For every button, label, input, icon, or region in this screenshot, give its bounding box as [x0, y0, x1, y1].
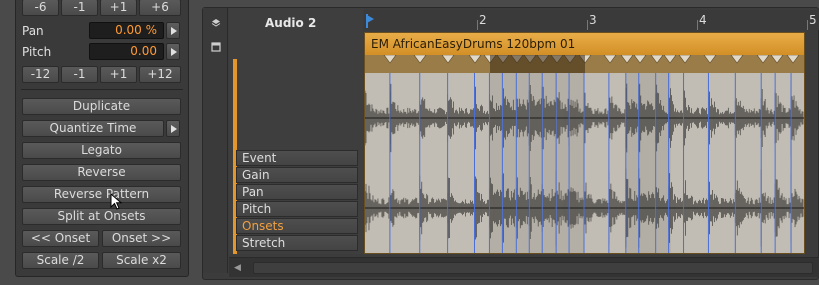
split-at-onsets-button[interactable]: Split at Onsets: [22, 208, 181, 225]
app-window: -6 -1 +1 +6 Pan 0.00 % Pitch 0.00 -12 -1…: [0, 0, 819, 285]
reverse-button[interactable]: Reverse: [22, 164, 181, 181]
track-name: Audio 2: [265, 16, 317, 30]
pitch-arrow-icon[interactable]: [166, 43, 180, 60]
track-icon-column: [203, 8, 228, 273]
onset-handle-icon[interactable]: [468, 54, 482, 64]
reverse-pattern-button[interactable]: Reverse Pattern: [22, 186, 181, 203]
scale-half-button[interactable]: Scale /2: [22, 252, 99, 269]
nudge-plus-6-button[interactable]: +6: [139, 0, 181, 16]
pitch-minus-1-button[interactable]: -1: [61, 66, 98, 83]
lane-onsets[interactable]: Onsets: [236, 218, 358, 234]
pan-arrow-icon[interactable]: [166, 22, 180, 39]
lane-pitch[interactable]: Pitch: [236, 201, 358, 217]
clip-title[interactable]: EM AfricanEasyDrums 120bpm 01: [365, 33, 804, 55]
next-onset-button[interactable]: Onset >>: [102, 230, 181, 247]
onset-handle-icon[interactable]: [633, 54, 647, 64]
ruler-bar-3: 3: [589, 13, 597, 27]
scroll-left-icon[interactable]: ◀: [234, 262, 248, 274]
inspector-panel: -6 -1 +1 +6 Pan 0.00 % Pitch 0.00 -12 -1…: [15, 0, 189, 277]
onset-handle-icon[interactable]: [730, 54, 744, 64]
ruler-tick: [477, 20, 478, 30]
playhead-flag-icon[interactable]: [366, 14, 376, 28]
scrollbar-thumb[interactable]: [253, 262, 813, 274]
onset-handle-icon[interactable]: [663, 54, 677, 64]
previous-onset-button[interactable]: << Onset: [22, 230, 99, 247]
onset-handles[interactable]: [365, 54, 806, 73]
audio-clip[interactable]: EM AfricanEasyDrums 120bpm 01: [364, 32, 805, 254]
horizontal-scrollbar[interactable]: ◀: [229, 257, 819, 277]
quantize-time-button[interactable]: Quantize Time: [22, 120, 164, 137]
onset-handle-icon[interactable]: [383, 54, 397, 64]
nudge-minus-1-button[interactable]: -1: [61, 0, 98, 16]
onset-handle-icon[interactable]: [620, 54, 634, 64]
mouse-cursor-icon: [110, 193, 123, 210]
timeline-ruler[interactable]: 2 3 4 5: [364, 10, 819, 30]
layers-icon[interactable]: [211, 18, 221, 28]
pan-label: Pan: [22, 24, 44, 38]
onset-handle-icon[interactable]: [603, 54, 617, 64]
waveform-display[interactable]: [365, 73, 804, 253]
onset-handle-icon[interactable]: [413, 54, 427, 64]
onset-handle-icon[interactable]: [786, 54, 800, 64]
ruler-bar-2: 2: [479, 13, 487, 27]
pitch-plus-1-button[interactable]: +1: [100, 66, 137, 83]
nudge-minus-6-button[interactable]: -6: [22, 0, 59, 16]
arranger-panel: Audio 2 Event Gain Pan Pitch Onsets Stre…: [202, 7, 819, 280]
onset-handle-icon[interactable]: [441, 54, 455, 64]
nudge-plus-1-button[interactable]: +1: [100, 0, 137, 16]
pitch-plus-12-button[interactable]: +12: [139, 66, 181, 83]
pitch-value-field[interactable]: 0.00: [89, 43, 164, 60]
onset-handle-icon[interactable]: [703, 54, 717, 64]
ruler-bar-4: 4: [699, 13, 707, 27]
lane-stretch[interactable]: Stretch: [236, 235, 358, 251]
lane-gain[interactable]: Gain: [236, 167, 358, 183]
onset-handle-icon[interactable]: [678, 54, 692, 64]
lane-pan[interactable]: Pan: [236, 184, 358, 200]
ruler-tick: [807, 20, 808, 30]
divider: [21, 89, 183, 90]
window-icon[interactable]: [211, 42, 221, 52]
onset-handle-icon[interactable]: [756, 54, 770, 64]
onset-handle-icon[interactable]: [650, 54, 664, 64]
onset-handle-icon[interactable]: [770, 54, 784, 64]
lane-event[interactable]: Event: [236, 150, 358, 166]
ruler-bar-5: 5: [809, 13, 817, 27]
ruler-tick: [697, 20, 698, 30]
quantize-arrow-icon[interactable]: [166, 120, 180, 137]
duplicate-button[interactable]: Duplicate: [22, 98, 181, 115]
ruler-tick: [587, 20, 588, 30]
pitch-label: Pitch: [22, 45, 52, 59]
onset-marker-strip[interactable]: [365, 54, 806, 73]
pan-value-field[interactable]: 0.00 %: [89, 22, 164, 39]
pitch-minus-12-button[interactable]: -12: [22, 66, 59, 83]
scale-double-button[interactable]: Scale x2: [102, 252, 181, 269]
legato-button[interactable]: Legato: [22, 142, 181, 159]
